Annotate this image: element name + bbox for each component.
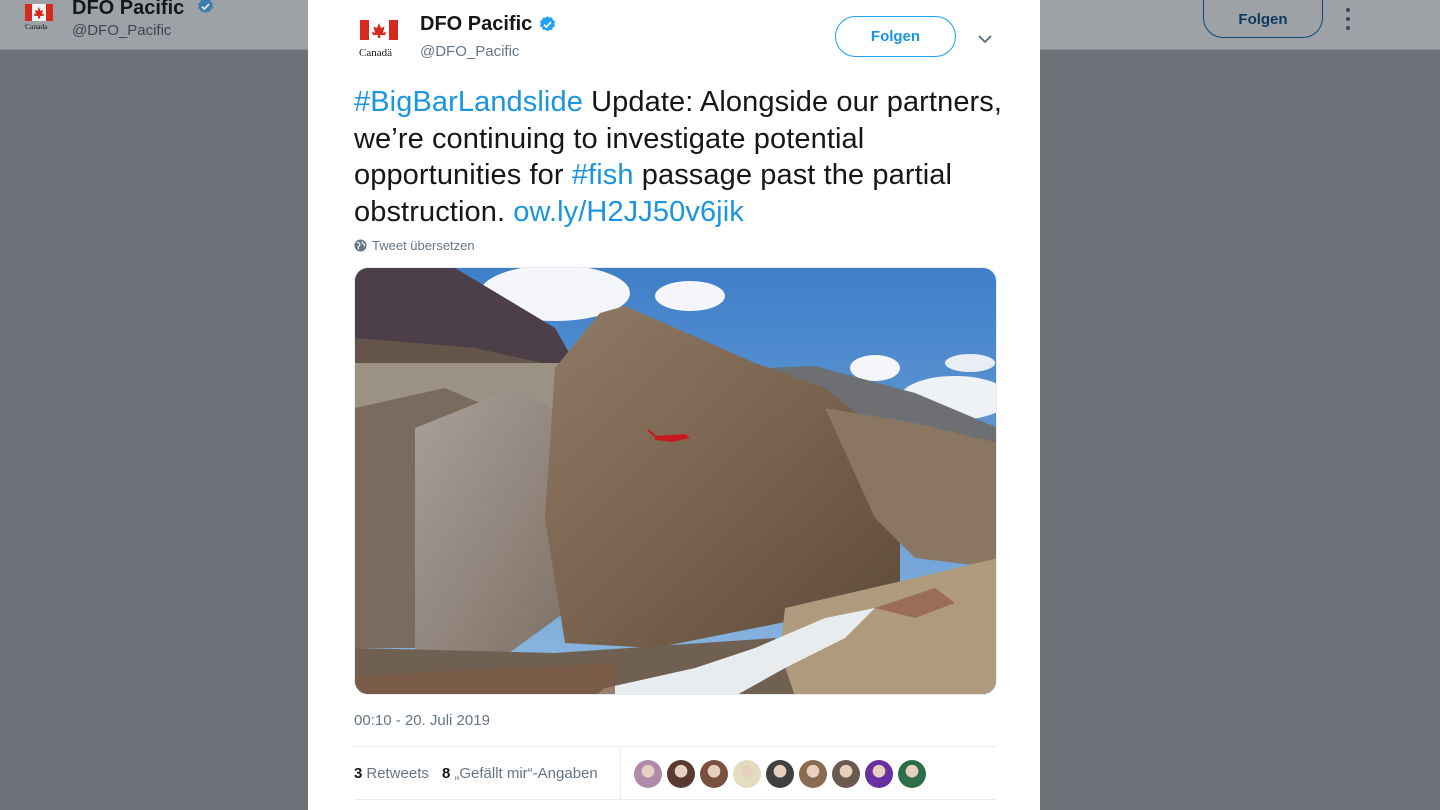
avatar-wordmark: Canadä xyxy=(359,47,392,59)
tweet-timestamp[interactable]: 00:10 - 20. Juli 2019 xyxy=(354,712,490,729)
landslide-photo xyxy=(355,268,996,694)
liker-avatar[interactable] xyxy=(898,760,926,788)
liker-avatar[interactable] xyxy=(832,760,860,788)
liker-avatar[interactable] xyxy=(799,760,827,788)
translate-tweet-link[interactable]: Tweet übersetzen xyxy=(354,238,475,253)
liker-avatar[interactable] xyxy=(667,760,695,788)
hashtag-bigbarlandslide[interactable]: #BigBarLandslide xyxy=(354,86,583,118)
liker-avatars xyxy=(634,760,931,788)
chevron-down-icon[interactable] xyxy=(976,30,994,48)
tweet-link[interactable]: ow.ly/H2JJ50v6jik xyxy=(513,196,744,228)
liker-avatar[interactable] xyxy=(865,760,893,788)
tweet-photo-landslide[interactable] xyxy=(354,267,997,695)
verified-badge-icon xyxy=(540,16,556,32)
tweet-stats: 3 Retweets 8 „Gefällt mir“-Angaben xyxy=(354,746,996,801)
liker-avatar[interactable] xyxy=(766,760,794,788)
retweet-count[interactable]: 3 Retweets xyxy=(354,765,429,782)
author-name[interactable]: DFO Pacific xyxy=(420,13,557,36)
background-profile-name: DFO Pacific xyxy=(72,0,215,20)
tweet-card: Canadä DFO Pacific @DFO_Pacific Folgen #… xyxy=(308,0,1040,810)
liker-avatar[interactable] xyxy=(700,760,728,788)
hashtag-fish[interactable]: #fish xyxy=(572,159,634,191)
liker-avatar[interactable] xyxy=(733,760,761,788)
author-handle[interactable]: @DFO_Pacific xyxy=(420,43,519,60)
background-profile-handle: @DFO_Pacific xyxy=(72,22,172,39)
like-count[interactable]: 8 „Gefällt mir“-Angaben xyxy=(442,765,598,782)
author-avatar[interactable]: Canadä xyxy=(358,16,404,60)
stats-divider xyxy=(620,747,621,801)
tweet-text: #BigBarLandslide Update: Alongside our p… xyxy=(354,84,1004,230)
canada-wordmark: Canada xyxy=(25,22,48,31)
globe-icon xyxy=(354,239,367,252)
background-follow-button[interactable]: Folgen xyxy=(1203,0,1323,38)
canada-flag-logo: Canada xyxy=(22,2,58,32)
verified-badge-icon xyxy=(197,0,213,14)
translate-label[interactable]: Tweet übersetzen xyxy=(372,238,475,253)
follow-button[interactable]: Folgen xyxy=(835,16,956,57)
liker-avatar[interactable] xyxy=(634,760,662,788)
more-vertical-icon[interactable] xyxy=(1340,8,1356,30)
